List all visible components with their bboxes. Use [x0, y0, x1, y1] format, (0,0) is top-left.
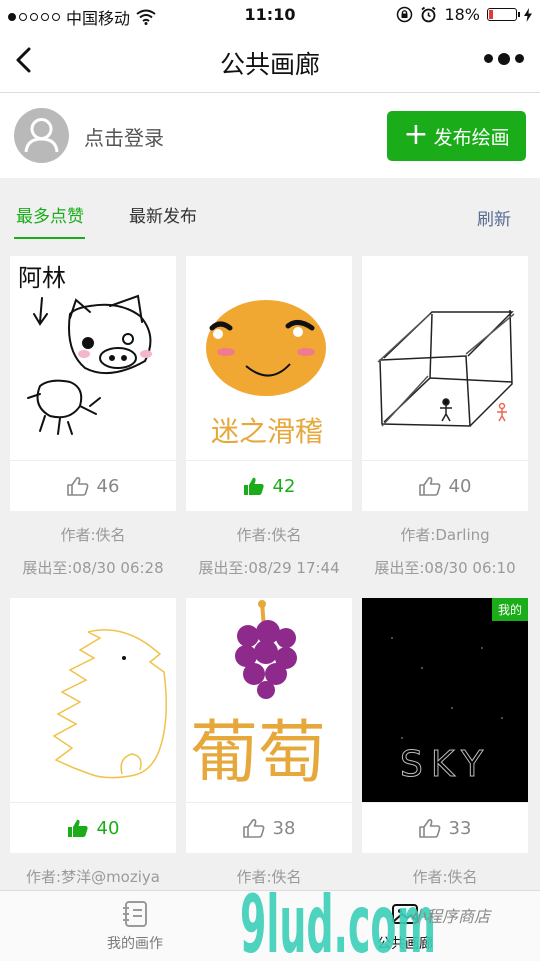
- author-label: 作者:梦洋@moziya: [26, 868, 160, 886]
- status-bar: 中国移动 11:10 18%: [0, 0, 540, 30]
- drawing-image-grapes[interactable]: 葡萄: [186, 598, 352, 802]
- like-button[interactable]: 40: [362, 460, 528, 511]
- expiry-label: 展出至:08/30 06:28: [22, 559, 164, 577]
- thumbs-up-icon: [242, 819, 264, 838]
- active-tab-indicator: [14, 237, 85, 239]
- drawing-image-smiley[interactable]: 迷之滑稽: [186, 256, 352, 460]
- login-link[interactable]: 点击登录: [84, 122, 164, 151]
- publish-drawing-button[interactable]: + 发布绘画: [387, 111, 526, 161]
- user-bar: 点击登录 + 发布绘画: [0, 93, 540, 178]
- battery-icon: [487, 8, 520, 21]
- tab-my-drawings[interactable]: 我的画作: [75, 899, 195, 953]
- watermark-tagline: 小程序商店: [410, 907, 492, 926]
- like-count: 40: [96, 817, 120, 839]
- like-button[interactable]: 33: [362, 802, 528, 853]
- charging-icon: [524, 7, 532, 22]
- thumbs-up-filled-icon: [243, 477, 264, 495]
- drawing-caption: SKY: [400, 744, 491, 785]
- thumbs-up-icon: [66, 477, 88, 496]
- plus-icon: +: [403, 116, 429, 152]
- drawing-image-sky[interactable]: SKY 我的: [362, 598, 528, 802]
- drawing-card[interactable]: 阿林 46: [10, 256, 176, 511]
- user-icon: [24, 118, 59, 153]
- watermark-logo: 9lud.com: [240, 892, 436, 960]
- my-drawings-icon: [123, 901, 147, 927]
- drawing-card[interactable]: 迷之滑稽 42: [186, 256, 352, 511]
- author-label: 作者:Darling: [400, 526, 490, 544]
- author-label: 作者:佚名: [60, 526, 126, 544]
- thumbs-up-icon: [418, 477, 440, 496]
- thumbs-up-icon: [418, 819, 440, 838]
- drawing-image-hedgehog[interactable]: [10, 598, 176, 802]
- expiry-label: 展出至:08/30 06:10: [374, 559, 516, 577]
- alarm-icon: [421, 6, 436, 23]
- tab-label: 我的画作: [107, 936, 163, 952]
- drawing-caption: 阿林: [18, 264, 66, 292]
- drawing-caption: 迷之滑稽: [211, 415, 323, 448]
- drawing-card[interactable]: 40: [362, 256, 528, 511]
- page-title: 公共画廊: [219, 50, 320, 79]
- site-watermark: 9lud.com 小程序商店: [240, 892, 492, 960]
- like-count: 46: [96, 475, 120, 497]
- like-button[interactable]: 38: [186, 802, 352, 853]
- mine-badge: 我的: [491, 598, 528, 621]
- thumbs-up-filled-icon: [67, 819, 88, 837]
- drawing-card[interactable]: 葡萄 38: [186, 598, 352, 853]
- drawing-card[interactable]: 40: [10, 598, 176, 853]
- author-label: 作者:佚名: [236, 526, 302, 544]
- tab-newest[interactable]: 最新发布: [129, 202, 197, 227]
- like-button[interactable]: 46: [10, 460, 176, 511]
- publish-label: 发布绘画: [433, 126, 510, 149]
- like-button[interactable]: 40: [10, 802, 176, 853]
- drawing-caption: 葡萄: [190, 714, 326, 793]
- rotation-lock-icon: [397, 6, 413, 23]
- drawing-card[interactable]: SKY 我的 33: [362, 598, 528, 853]
- drawing-image-cube[interactable]: [362, 256, 528, 460]
- refresh-link[interactable]: 刷新: [477, 205, 511, 230]
- like-button[interactable]: 42: [186, 460, 352, 511]
- like-count: 33: [448, 817, 472, 839]
- navigation-bar: 公共画廊: [0, 30, 540, 93]
- sort-tabs: 最多点赞 最新发布 刷新: [0, 178, 540, 240]
- like-count: 42: [272, 475, 296, 497]
- tab-most-liked[interactable]: 最多点赞: [16, 202, 84, 227]
- drawing-image-pig[interactable]: 阿林: [10, 256, 176, 460]
- author-label: 作者:佚名: [412, 868, 478, 886]
- like-count: 40: [448, 475, 472, 497]
- battery-percent: 18%: [444, 5, 480, 24]
- author-label: 作者:佚名: [236, 868, 302, 886]
- more-icon[interactable]: [484, 52, 524, 65]
- avatar[interactable]: [14, 108, 69, 163]
- like-count: 38: [272, 817, 296, 839]
- expiry-label: 展出至:08/29 17:44: [198, 559, 340, 577]
